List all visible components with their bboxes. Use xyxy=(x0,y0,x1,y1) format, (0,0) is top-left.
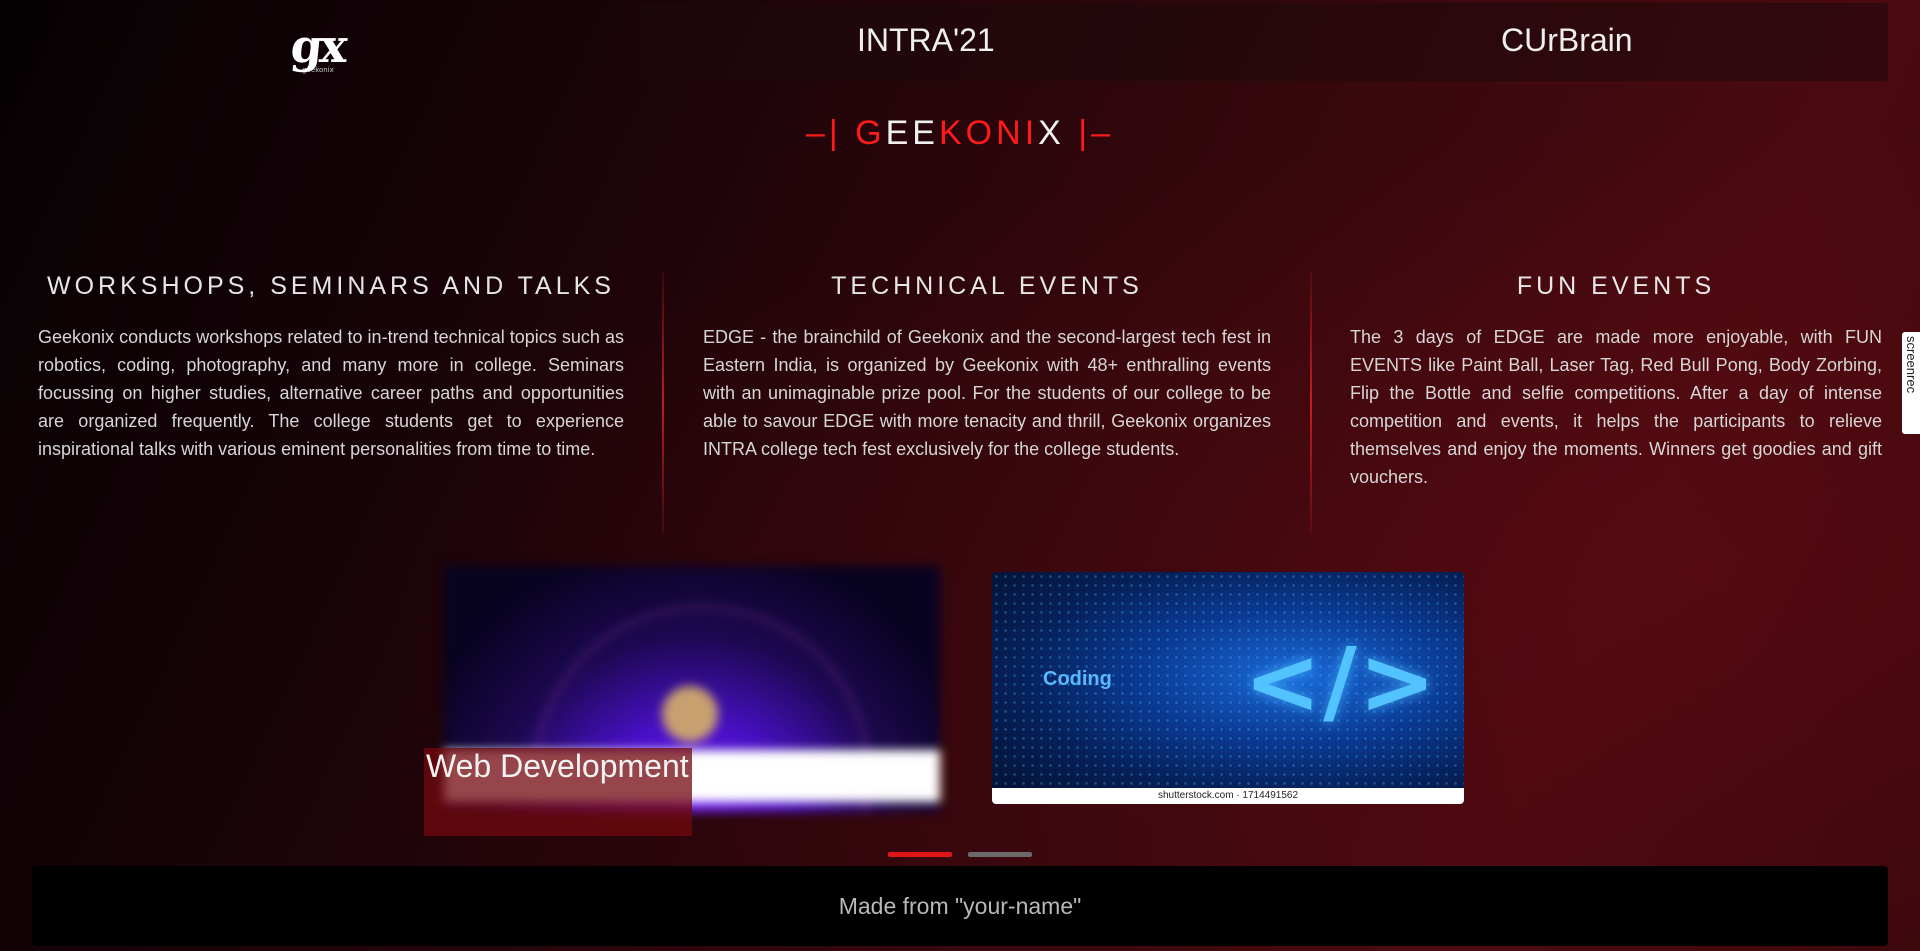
screenrec-tab[interactable]: screenrec xyxy=(1902,332,1920,434)
brand-letter: E xyxy=(885,114,913,152)
brand-letter: I xyxy=(1024,114,1039,152)
image-credit: shutterstock.com · 1714491562 xyxy=(992,788,1464,804)
navbar xyxy=(640,3,1888,81)
footer-text: Made from "your-name" xyxy=(838,893,1082,919)
code-brackets-icon: </> xyxy=(1244,628,1438,735)
brand-letter: N xyxy=(996,114,1025,152)
footer: Made from "your-name" xyxy=(32,866,1888,946)
brand-letter: K xyxy=(938,114,966,152)
brand-suffix: |– xyxy=(1078,114,1115,152)
column-divider xyxy=(1310,272,1312,534)
section-title: FUN EVENTS xyxy=(1516,272,1716,300)
section-title: WORKSHOPS, SEMINARS AND TALKS xyxy=(47,272,615,300)
screenrec-label: screenrec xyxy=(1904,336,1919,394)
geekonix-logo[interactable]: gx geekonix xyxy=(286,19,350,88)
brand-letter: E xyxy=(912,114,939,152)
card-image-astronaut xyxy=(662,686,718,742)
nav-link-curbrain[interactable]: CUrBrain xyxy=(1501,22,1633,59)
section-body: Geekonix conducts workshops related to i… xyxy=(38,327,624,459)
section-body: EDGE - the brainchild of Geekonix and th… xyxy=(703,327,1271,459)
brand-title: –| GEEKONIX |– xyxy=(0,114,1920,153)
brand-letter: X xyxy=(1038,114,1065,152)
nav-link-intra[interactable]: INTRA'21 xyxy=(857,22,995,59)
logo-mark: gx xyxy=(288,19,348,73)
section-technical-events: TECHNICAL EVENTS EDGE - the brainchild o… xyxy=(703,272,1271,463)
card-image-text: Coding xyxy=(1043,668,1112,690)
carousel-card-coding[interactable]: Coding </> shutterstock.com · 1714491562 xyxy=(992,572,1464,804)
section-workshops: WORKSHOPS, SEMINARS AND TALKS Geekonix c… xyxy=(38,272,624,463)
carousel-indicator-2[interactable] xyxy=(968,852,1032,857)
carousel-card-label-text: Web Development xyxy=(426,748,689,784)
carousel-indicator-1[interactable] xyxy=(888,852,952,857)
top-navigation: gx geekonix INTRA'21 CUrBrain xyxy=(0,0,1920,84)
column-divider xyxy=(662,272,664,534)
carousel-card-label[interactable]: Web Development xyxy=(424,748,692,836)
brand-letter: G xyxy=(855,114,886,152)
section-body: The 3 days of EDGE are made more enjoyab… xyxy=(1350,327,1882,487)
brand-prefix: –| xyxy=(805,114,842,152)
section-title: TECHNICAL EVENTS xyxy=(831,272,1143,300)
section-fun-events: FUN EVENTS The 3 days of EDGE are made m… xyxy=(1350,272,1882,491)
brand-letter: O xyxy=(965,114,997,152)
